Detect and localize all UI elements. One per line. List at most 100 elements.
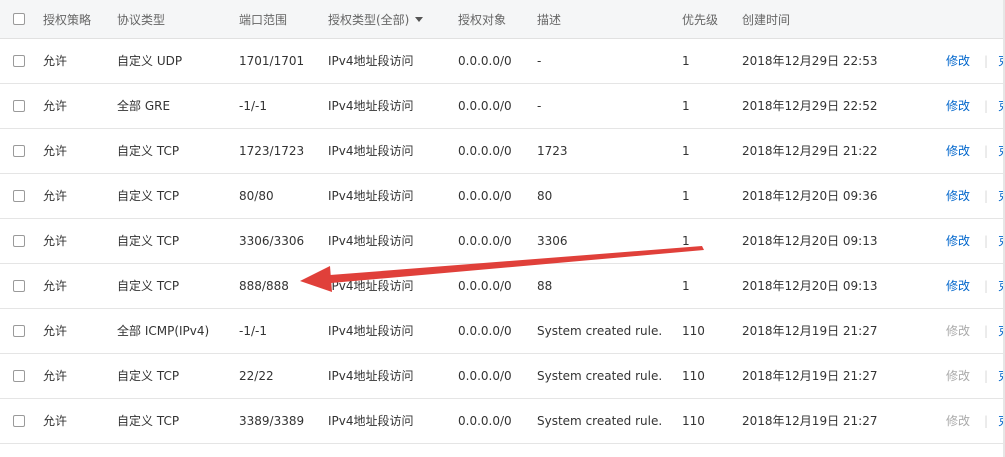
action-separator: | bbox=[984, 368, 989, 383]
cell-auth-type: IPv4地址段访问 bbox=[328, 54, 414, 68]
row-select-cell[interactable] bbox=[13, 83, 33, 128]
cell-policy: 允许 bbox=[43, 369, 68, 383]
cell-auth-target: 0.0.0.0/0 bbox=[458, 98, 512, 113]
cell-protocol: 全部 GRE bbox=[117, 99, 171, 113]
row-checkbox[interactable] bbox=[13, 279, 25, 292]
cell-actions: 修改 | 克 bbox=[946, 83, 1005, 128]
select-all-checkbox[interactable] bbox=[13, 13, 25, 25]
cell-auth-target: 0.0.0.0/0 bbox=[458, 188, 512, 203]
cell-actions: 修改 | 克 bbox=[946, 128, 1005, 173]
row-select-cell[interactable] bbox=[13, 218, 33, 263]
caret-down-icon bbox=[415, 16, 424, 22]
cell-auth-type: IPv4地址段访问 bbox=[328, 189, 414, 203]
cell-priority: 1 bbox=[682, 143, 690, 158]
row-checkbox[interactable] bbox=[13, 234, 25, 247]
modify-link[interactable]: 修改 bbox=[946, 232, 970, 249]
action-separator: | bbox=[984, 188, 989, 203]
cell-priority: 1 bbox=[682, 188, 690, 203]
header-auth-type-label: 授权类型(全部) bbox=[328, 12, 410, 27]
row-checkbox[interactable] bbox=[13, 324, 25, 337]
cell-port: 22/22 bbox=[239, 368, 274, 383]
cell-port: 1701/1701 bbox=[239, 53, 305, 68]
cell-port: 80/80 bbox=[239, 188, 274, 203]
modify-link[interactable]: 修改 bbox=[946, 187, 970, 204]
action-separator: | bbox=[984, 278, 989, 293]
cell-actions: 修改 | 克 bbox=[946, 218, 1005, 263]
cell-port: 3389/3389 bbox=[239, 413, 305, 428]
table-row: 允许 全部 GRE -1/-1 IPv4地址段访问 0.0.0.0/0 - 1 2018年12… bbox=[0, 83, 1005, 129]
row-select-cell[interactable] bbox=[13, 308, 33, 353]
row-select-cell[interactable] bbox=[13, 128, 33, 173]
row-checkbox[interactable] bbox=[13, 369, 25, 382]
row-select-cell[interactable] bbox=[13, 263, 33, 308]
cell-created-time: 2018年12月29日 21:22 bbox=[742, 144, 878, 158]
cell-priority: 1 bbox=[682, 233, 690, 248]
header-description: 描述 bbox=[537, 12, 562, 27]
cell-description: System created rule. bbox=[537, 323, 663, 338]
cell-description: - bbox=[537, 98, 542, 113]
cell-auth-target: 0.0.0.0/0 bbox=[458, 368, 512, 383]
cell-priority: 110 bbox=[682, 368, 705, 383]
cell-actions: 修改 | 克 bbox=[946, 263, 1005, 308]
cell-policy: 允许 bbox=[43, 54, 68, 68]
table-row: 允许 自定义 TCP 1723/1723 IPv4地址段访问 0.0.0.0/0 1723… bbox=[0, 128, 1005, 174]
cell-port: 3306/3306 bbox=[239, 233, 305, 248]
cell-auth-type: IPv4地址段访问 bbox=[328, 414, 414, 428]
row-checkbox[interactable] bbox=[13, 99, 25, 112]
action-separator: | bbox=[984, 233, 989, 248]
cell-priority: 110 bbox=[682, 323, 705, 338]
modify-link[interactable]: 修改 bbox=[946, 52, 970, 69]
cell-description: - bbox=[537, 53, 542, 68]
row-checkbox[interactable] bbox=[13, 54, 25, 67]
cell-created-time: 2018年12月29日 22:53 bbox=[742, 54, 878, 68]
modify-link: 修改 bbox=[946, 369, 971, 383]
header-protocol: 协议类型 bbox=[117, 12, 166, 27]
action-separator: | bbox=[984, 143, 989, 158]
action-separator: | bbox=[984, 98, 989, 113]
cell-created-time: 2018年12月20日 09:13 bbox=[742, 279, 878, 293]
cell-priority: 1 bbox=[682, 98, 690, 113]
row-checkbox[interactable] bbox=[13, 189, 25, 202]
cell-policy: 允许 bbox=[43, 279, 68, 293]
cell-protocol: 自定义 TCP bbox=[117, 279, 180, 293]
row-select-cell[interactable] bbox=[13, 353, 33, 398]
cell-auth-type: IPv4地址段访问 bbox=[328, 369, 414, 383]
table-row: 允许 全部 ICMP(IPv4) -1/-1 IPv4地址段访问 0.0.0.0/0 Sy… bbox=[0, 308, 1005, 354]
cell-description: System created rule. bbox=[537, 368, 663, 383]
cell-protocol: 自定义 TCP bbox=[117, 369, 180, 383]
table-row: 允许 自定义 TCP 3389/3389 IPv4地址段访问 0.0.0.0/0 Syst… bbox=[0, 398, 1005, 444]
row-select-cell[interactable] bbox=[13, 38, 33, 83]
row-checkbox[interactable] bbox=[13, 414, 25, 427]
cell-auth-type: IPv4地址段访问 bbox=[328, 324, 414, 338]
row-checkbox[interactable] bbox=[13, 144, 25, 157]
header-auth-type-filter[interactable]: 授权类型(全部) bbox=[328, 0, 454, 38]
cell-policy: 允许 bbox=[43, 144, 68, 158]
modify-link[interactable]: 修改 bbox=[946, 97, 970, 114]
cell-auth-type: IPv4地址段访问 bbox=[328, 279, 414, 293]
cell-auth-target: 0.0.0.0/0 bbox=[458, 323, 512, 338]
cell-description: 3306 bbox=[537, 233, 568, 248]
select-all-cell[interactable] bbox=[13, 0, 33, 38]
cell-description: System created rule. bbox=[537, 413, 663, 428]
action-separator: | bbox=[984, 413, 989, 428]
cell-auth-target: 0.0.0.0/0 bbox=[458, 413, 512, 428]
modify-link: 修改 bbox=[946, 414, 971, 428]
cell-protocol: 自定义 TCP bbox=[117, 189, 180, 203]
header-priority: 优先级 bbox=[682, 12, 719, 27]
cell-priority: 1 bbox=[682, 53, 690, 68]
row-select-cell[interactable] bbox=[13, 398, 33, 443]
cell-policy: 允许 bbox=[43, 99, 68, 113]
cell-port: 1723/1723 bbox=[239, 143, 305, 158]
cell-created-time: 2018年12月20日 09:13 bbox=[742, 234, 878, 248]
modify-link[interactable]: 修改 bbox=[946, 277, 970, 294]
cell-auth-target: 0.0.0.0/0 bbox=[458, 143, 512, 158]
row-select-cell[interactable] bbox=[13, 173, 33, 218]
cell-port: 888/888 bbox=[239, 278, 289, 293]
cell-policy: 允许 bbox=[43, 234, 68, 248]
header-policy: 授权策略 bbox=[43, 12, 92, 27]
modify-link[interactable]: 修改 bbox=[946, 142, 970, 159]
cell-protocol: 自定义 TCP bbox=[117, 144, 180, 158]
cell-actions: 修改 | 克 bbox=[946, 173, 1005, 218]
cell-actions: 修改 | 克 bbox=[946, 398, 1005, 443]
cell-created-time: 2018年12月19日 21:27 bbox=[742, 324, 878, 338]
